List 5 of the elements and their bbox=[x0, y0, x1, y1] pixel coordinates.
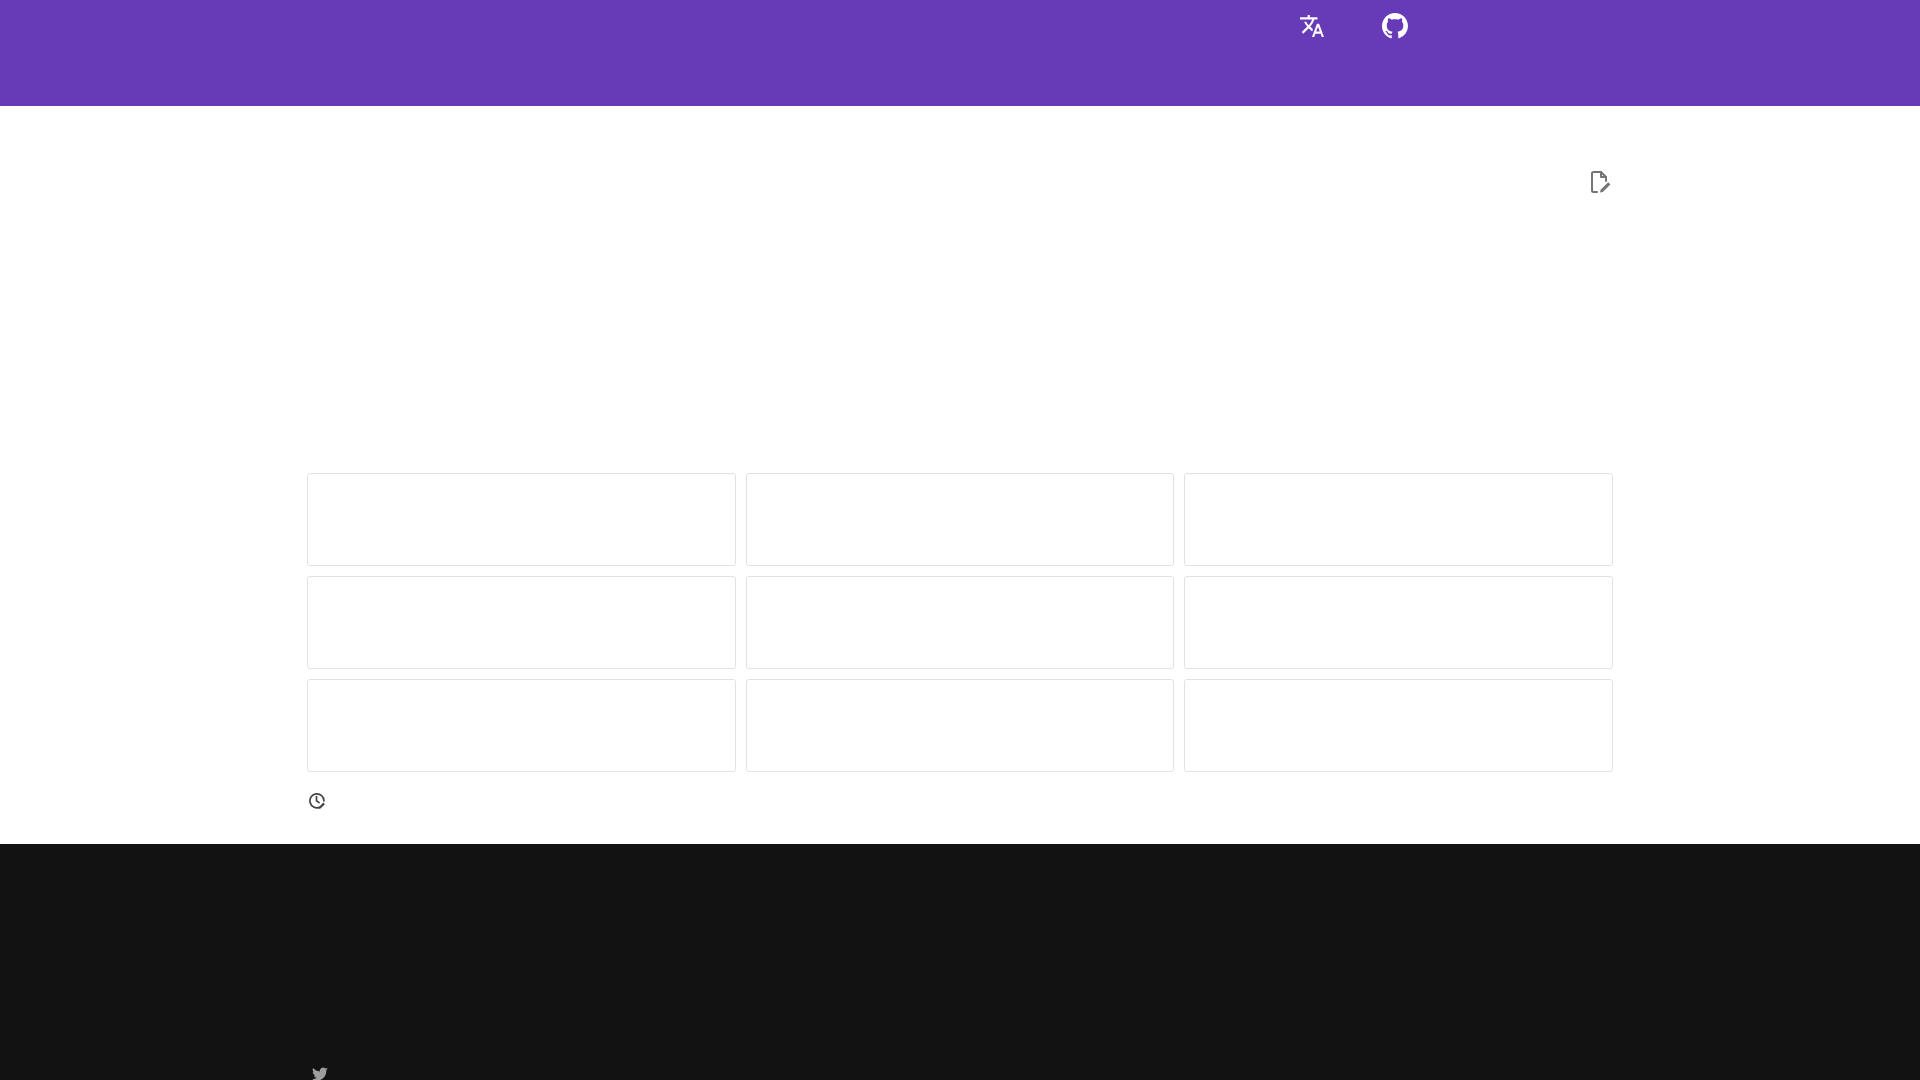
bird-icon[interactable] bbox=[312, 1066, 328, 1080]
translate-icon[interactable] bbox=[1300, 14, 1324, 38]
cat-logo-icon[interactable] bbox=[1382, 13, 1408, 39]
edit-document-icon[interactable] bbox=[1591, 171, 1611, 194]
clock-icon bbox=[308, 792, 326, 809]
